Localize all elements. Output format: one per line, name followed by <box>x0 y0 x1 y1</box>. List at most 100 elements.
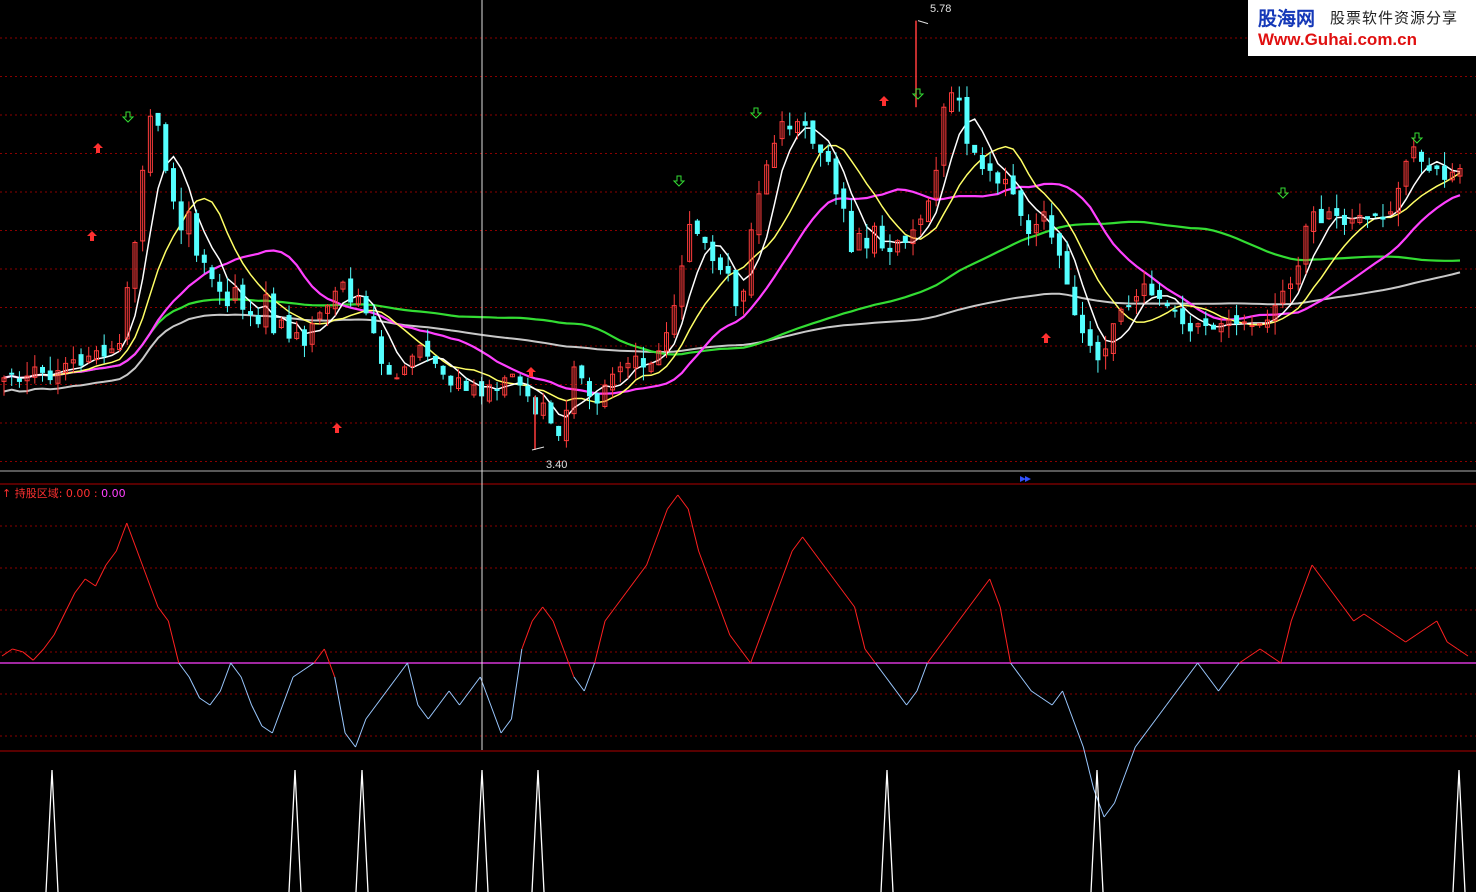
candle-body <box>1164 303 1170 307</box>
indicator-segment <box>1176 676 1188 692</box>
candle-body <box>47 370 53 381</box>
candle-body <box>586 381 592 397</box>
indicator-segment <box>500 718 512 734</box>
sell-arrow-icon <box>749 107 763 119</box>
candle-body <box>1210 324 1216 330</box>
indicator-segment <box>448 690 460 706</box>
indicator-segment <box>1186 662 1199 678</box>
candle-body <box>879 225 885 249</box>
ma60-line <box>3 220 1461 379</box>
indicator-segment <box>12 648 23 653</box>
indicator-segment <box>1114 774 1126 804</box>
indicator-segment <box>334 676 346 734</box>
indicator-segment <box>625 578 637 594</box>
logo-name: 股海网 <box>1258 8 1316 30</box>
candle-body <box>494 388 500 391</box>
candle-body <box>725 266 731 274</box>
ma10-line <box>3 144 1461 404</box>
indicator-segment <box>1197 662 1209 678</box>
candle-body <box>717 257 723 271</box>
spike-mark <box>531 769 545 892</box>
candle-body <box>240 284 246 310</box>
candle-body <box>1249 324 1255 327</box>
candle-body <box>255 315 261 325</box>
indicator-segment <box>615 592 627 608</box>
indicator-segment <box>646 536 658 566</box>
indicator-segment <box>1363 613 1375 622</box>
indicator-segment <box>32 648 44 661</box>
price-high-pointer <box>917 20 929 25</box>
candle-body <box>1372 213 1378 216</box>
indicator-segment <box>687 508 700 552</box>
indicator-segment <box>926 648 939 664</box>
indicator-segment <box>178 662 190 678</box>
indicator-segment <box>760 606 772 636</box>
indicator-segment <box>770 578 783 608</box>
indicator-segment <box>885 676 897 692</box>
candle-body <box>271 293 277 334</box>
indicator-segment <box>344 732 356 748</box>
candle-body <box>463 380 469 391</box>
indicator-segment <box>708 578 720 608</box>
indicator-segment <box>386 676 398 692</box>
spike-mark <box>1090 769 1104 892</box>
indicator-segment <box>1342 606 1355 622</box>
candle-body <box>1380 216 1386 220</box>
indicator-segment <box>167 620 180 664</box>
candle-body <box>378 336 384 364</box>
candle-body <box>1434 165 1440 170</box>
candle-body <box>995 172 1001 184</box>
candle-body <box>1087 329 1093 346</box>
indicator-segment <box>1238 655 1250 664</box>
spike-mark <box>355 769 369 892</box>
indicator-segment <box>1103 802 1115 818</box>
candle-body <box>1318 208 1324 224</box>
indicator-segment <box>209 690 221 706</box>
candle-body <box>1064 251 1070 285</box>
candlesticks <box>1 20 1463 451</box>
indicator-segment <box>521 620 533 650</box>
indicator-segment <box>126 522 138 552</box>
candle-body <box>16 378 22 382</box>
candle-body <box>363 295 369 314</box>
indicator-segment <box>947 620 959 636</box>
indicator-segment <box>718 606 731 636</box>
indicator-segment <box>1394 634 1406 643</box>
indicator-segment <box>833 578 845 594</box>
indicator-segment <box>219 662 232 692</box>
sell-arrow-icon <box>1276 187 1290 199</box>
indicator-segment <box>1280 620 1292 664</box>
indicator-segment <box>271 704 284 734</box>
indicator-segment <box>1145 718 1157 734</box>
indicator-segment <box>313 648 325 664</box>
chart-grid <box>0 37 1476 752</box>
indicator-segment <box>292 669 304 678</box>
indicator-segment <box>407 662 419 706</box>
indicator-arrow-icon: ↑ <box>2 487 15 500</box>
indicator-segment <box>22 651 34 661</box>
indicator-segment <box>656 508 668 538</box>
indicator-segment <box>84 578 96 587</box>
candle-body <box>956 97 962 101</box>
indicator-segment <box>1134 732 1147 748</box>
indicator-segment <box>136 550 149 580</box>
candle-body <box>1442 165 1448 180</box>
indicator-segment <box>469 676 481 692</box>
logo-url: Www.Guhai.com.cn <box>1258 30 1417 49</box>
indicator-segment <box>438 690 450 706</box>
buy-arrow-icon <box>93 143 103 153</box>
indicator-segment <box>968 592 980 608</box>
candle-body <box>1095 341 1101 361</box>
indicator-segment <box>417 704 429 720</box>
candle-body <box>155 112 161 126</box>
sell-arrow-icon <box>911 88 925 100</box>
price-low-label: 3.40 <box>546 459 568 471</box>
candle-body <box>833 158 839 195</box>
indicator-segment <box>105 550 117 566</box>
indicator-segment <box>1207 676 1219 692</box>
ma120-line <box>3 271 1461 393</box>
ma20-line <box>3 182 1461 395</box>
indicator-segment <box>1301 564 1313 594</box>
indicator-value-1: 0.00 <box>65 487 91 500</box>
indicator-segment <box>282 676 294 706</box>
